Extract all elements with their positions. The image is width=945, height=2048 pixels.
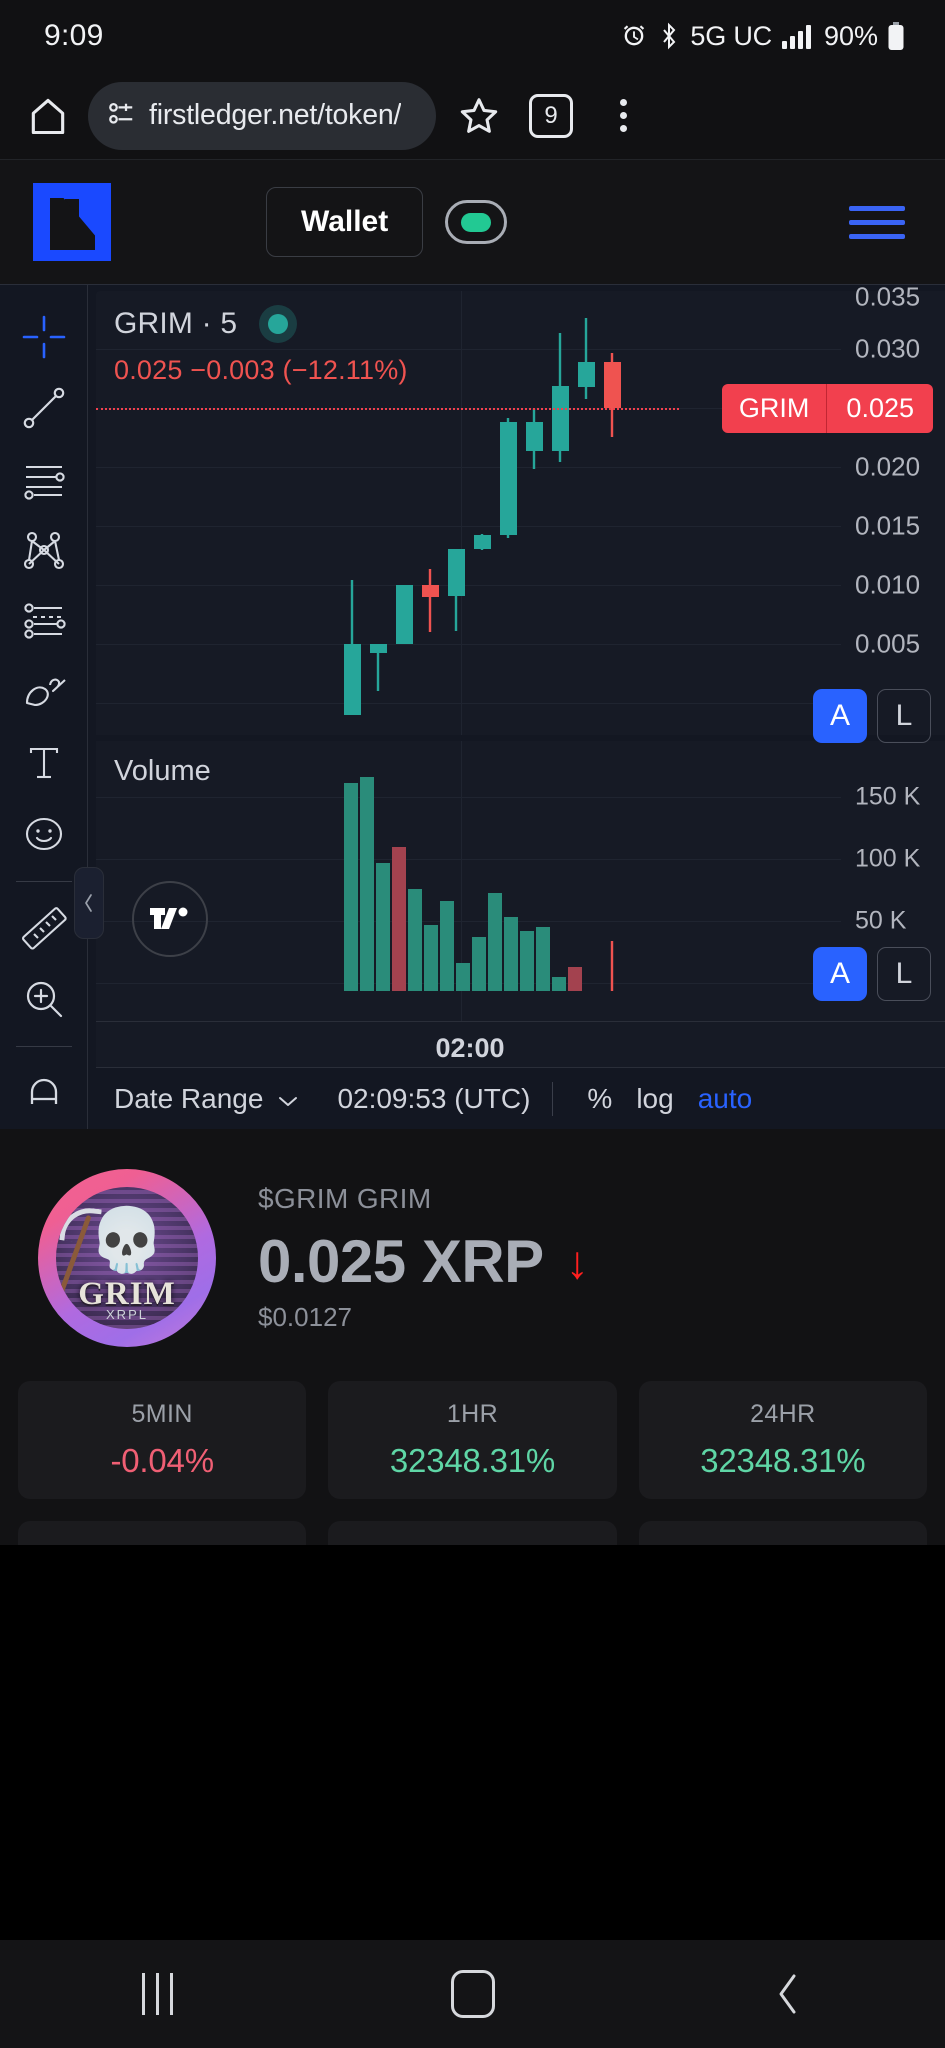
price-scale-log-button[interactable]: L (877, 689, 931, 743)
tab-switcher-button[interactable]: 9 (522, 87, 580, 145)
battery-icon (887, 21, 905, 51)
price-pane[interactable]: GRIM · 5 0.025 −0.003 (−12.11%) GRIM 0.0… (96, 282, 945, 743)
chart-footer-toolbar: Date Range 02:09:53 (UTC) % log auto (96, 1067, 945, 1129)
stat-value: -0.04% (110, 1442, 214, 1479)
token-avatar-sub: XRPL (106, 1307, 148, 1322)
tradingview-chart-widget: GRIM · 5 0.025 −0.003 (−12.11%) GRIM 0.0… (0, 282, 945, 1129)
volume-scale-mode-group: A L (813, 947, 931, 1001)
time-axis-tick: 02:00 (435, 1033, 505, 1063)
zoom-in-icon[interactable] (0, 964, 88, 1035)
android-status-bar: 9:09 5G UC 90% (0, 0, 945, 72)
stat-card-peek[interactable] (638, 1521, 927, 1545)
back-icon[interactable] (728, 1940, 848, 2048)
network-toggle[interactable] (445, 200, 508, 244)
site-info-icon[interactable] (106, 98, 136, 133)
token-avatar: 💀 GRIM XRPL (38, 1169, 216, 1347)
last-price-line (96, 408, 679, 410)
stat-card[interactable]: 1HR 32348.31% (328, 1381, 617, 1499)
tradingview-logo-icon[interactable] (132, 881, 208, 957)
crosshair-tool-icon[interactable] (0, 301, 88, 372)
token-info-section: 💀 GRIM XRPL $GRIM GRIM 0.025 XRP ↓ $0.01… (0, 1129, 945, 1367)
price-scale-auto-button[interactable]: A (813, 689, 867, 743)
text-tool-icon[interactable] (0, 728, 88, 799)
stats-grid: 5MIN -0.04% 1HR 32348.31% 24HR 32348.31% (0, 1367, 945, 1499)
pitchfork-tool-icon[interactable] (0, 514, 88, 585)
volume-axis-tick: 150 K (855, 782, 921, 811)
stat-value: 32348.31% (700, 1442, 866, 1479)
hamburger-menu-icon[interactable] (839, 196, 915, 249)
site-header: Wallet (0, 160, 945, 284)
stat-card[interactable]: 5MIN -0.04% (18, 1381, 307, 1499)
url-text: firstledger.net/token/ (149, 99, 402, 131)
browser-toolbar: firstledger.net/token/ 9 (0, 72, 945, 160)
price-axis-tick: 0.005 (855, 628, 921, 659)
volume-scale-log-button[interactable]: L (877, 947, 931, 1001)
signal-icon (781, 22, 815, 50)
footer-divider (552, 1081, 554, 1116)
down-arrow-icon: ↓ (565, 1235, 589, 1288)
stat-card-peek[interactable] (328, 1521, 617, 1545)
price-axis-tick: 0.030 (855, 333, 921, 364)
bookmark-star-icon[interactable] (450, 87, 508, 145)
last-price-tag[interactable]: GRIM 0.025 (721, 384, 933, 433)
horizontal-lines-tool-icon[interactable] (0, 443, 88, 514)
trend-line-tool-icon[interactable] (0, 372, 88, 443)
emoji-tool-icon[interactable] (0, 799, 88, 870)
tab-count-label: 9 (529, 93, 573, 138)
volume-pane[interactable]: Volume 150 K 100 K 50 K A L (96, 741, 945, 1021)
stat-label: 5MIN (131, 1400, 193, 1428)
price-scale-mode-group: A L (813, 689, 931, 743)
date-range-button[interactable]: Date Range (114, 1083, 299, 1115)
price-axis-tick: 0.010 (855, 569, 921, 600)
date-range-label: Date Range (114, 1082, 264, 1114)
log-scale-button[interactable]: log (624, 1083, 685, 1115)
fib-retracement-tool-icon[interactable] (0, 585, 88, 656)
token-price-value: 0.025 XRP (258, 1228, 544, 1295)
magnet-icon[interactable] (0, 1058, 88, 1129)
price-tag-symbol: GRIM (721, 384, 828, 433)
drawing-toolbar (0, 285, 88, 1129)
volume-series (344, 777, 614, 991)
candlestick-series (344, 318, 621, 715)
stat-value: 32348.31% (389, 1442, 556, 1479)
android-nav-bar (0, 1940, 945, 2048)
overflow-menu-icon[interactable] (594, 87, 652, 145)
volume-axis-tick: 50 K (855, 906, 907, 935)
price-axis-tick: 0.035 (855, 281, 921, 312)
battery-percent-label: 90% (823, 20, 878, 51)
stats-grid-next-row-peek (0, 1499, 945, 1545)
wallet-button[interactable]: Wallet (266, 187, 424, 257)
brush-tool-icon[interactable] (0, 656, 88, 727)
alarm-icon (620, 22, 648, 50)
recents-icon[interactable] (98, 1940, 218, 2048)
url-bar[interactable]: firstledger.net/token/ (88, 81, 436, 150)
price-axis-tick: 0.020 (855, 451, 921, 482)
token-symbol-label: $GRIM GRIM (258, 1183, 432, 1214)
auto-scale-button[interactable]: auto (686, 1083, 765, 1115)
percent-scale-button[interactable]: % (575, 1083, 624, 1115)
volume-axis-tick: 100 K (855, 844, 921, 873)
status-icons: 5G UC 90% (620, 21, 905, 52)
stat-card[interactable]: 24HR 32348.31% (638, 1381, 927, 1499)
volume-scale-auto-button[interactable]: A (813, 947, 867, 1001)
firstledger-logo-icon[interactable] (33, 183, 111, 261)
bluetooth-icon (657, 22, 681, 50)
home-icon[interactable] (413, 1940, 533, 2048)
browser-home-button[interactable] (22, 90, 74, 142)
chevron-down-icon (277, 1083, 299, 1115)
stat-card-peek[interactable] (18, 1521, 307, 1545)
stat-label: 24HR (750, 1400, 816, 1428)
price-axis-tick: 0.015 (855, 510, 921, 541)
status-clock: 9:09 (44, 19, 104, 52)
chart-canvas-area[interactable]: GRIM · 5 0.025 −0.003 (−12.11%) GRIM 0.0… (74, 282, 945, 1129)
price-tag-value: 0.025 (827, 384, 933, 433)
toolbar-divider (15, 880, 72, 882)
token-usd-value: $0.0127 (258, 1302, 352, 1332)
network-type-label: 5G UC (690, 20, 772, 51)
pane-collapse-handle[interactable] (74, 867, 104, 939)
toolbar-divider-2 (15, 1045, 72, 1047)
chart-clock-label: 02:09:53 (UTC) (337, 1082, 531, 1114)
stat-label: 1HR (446, 1400, 499, 1428)
